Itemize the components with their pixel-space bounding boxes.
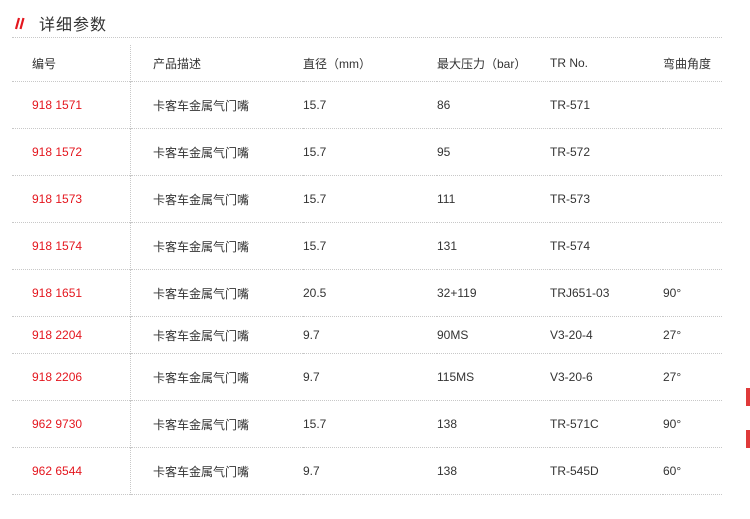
cell-code: 918 1573 [32, 192, 83, 206]
cell-code: 918 1651 [32, 286, 83, 300]
table-row: 962 6544 卡客车金属气门嘴 9.7 138 TR-545D 60° [12, 447, 722, 495]
column-header-tr-no: TR No. [550, 56, 589, 70]
cell-code: 918 2204 [32, 328, 83, 342]
table-header-row: 编号 产品描述 直径（mm） 最大压力（bar） TR No. 弯曲角度 [12, 45, 722, 82]
cell-code: 918 1574 [32, 239, 83, 253]
cell-tr-no: TRJ651-03 [550, 286, 610, 300]
cell-angle [663, 223, 722, 270]
cell-angle [663, 129, 722, 176]
cell-diameter: 15.7 [303, 98, 327, 112]
column-header-description: 产品描述 [130, 45, 303, 82]
table-row: 918 1574 卡客车金属气门嘴 15.7 131 TR-574 [12, 222, 722, 270]
cell-code: 962 6544 [32, 464, 83, 478]
cell-description: 卡客车金属气门嘴 [130, 316, 303, 354]
edge-marker [746, 430, 750, 448]
table-row: 918 1573 卡客车金属气门嘴 15.7 111 TR-573 [12, 175, 722, 223]
cell-description: 卡客车金属气门嘴 [130, 447, 303, 495]
cell-description: 卡客车金属气门嘴 [130, 400, 303, 448]
cell-pressure: 115MS [437, 370, 475, 384]
header-divider [12, 37, 722, 38]
cell-angle: 90° [663, 286, 682, 300]
cell-diameter: 9.7 [303, 328, 320, 342]
cell-pressure: 111 [437, 192, 456, 206]
cell-pressure: 32+119 [437, 286, 477, 300]
cell-description: 卡客车金属气门嘴 [130, 353, 303, 401]
cell-tr-no: TR-545D [550, 464, 599, 478]
table-row: 918 1572 卡客车金属气门嘴 15.7 95 TR-572 [12, 128, 722, 176]
cell-angle: 27° [663, 328, 682, 342]
cell-diameter: 15.7 [303, 192, 327, 206]
cell-tr-no: V3-20-6 [550, 370, 593, 384]
cell-tr-no: TR-571C [550, 417, 599, 431]
table-row: 962 9730 卡客车金属气门嘴 15.7 138 TR-571C 90° [12, 400, 722, 448]
cell-angle [663, 176, 722, 223]
cell-code: 918 1572 [32, 145, 83, 159]
column-header-diameter: 直径（mm） [303, 56, 371, 71]
cell-tr-no: TR-574 [550, 239, 591, 253]
cell-pressure: 131 [437, 239, 458, 253]
double-slash-icon [12, 16, 26, 30]
cell-angle [663, 82, 722, 129]
cell-diameter: 15.7 [303, 417, 327, 431]
table-row: 918 2204 卡客车金属气门嘴 9.7 90MS V3-20-4 27° [12, 316, 722, 354]
cell-angle: 90° [663, 417, 682, 431]
cell-description: 卡客车金属气门嘴 [130, 269, 303, 317]
cell-code: 918 1571 [32, 98, 83, 112]
cell-tr-no: TR-571 [550, 98, 591, 112]
cell-diameter: 20.5 [303, 286, 327, 300]
section-header: 详细参数 [12, 9, 107, 37]
column-header-code: 编号 [32, 56, 57, 71]
cell-diameter: 9.7 [303, 370, 320, 384]
cell-diameter: 9.7 [303, 464, 320, 478]
cell-code: 918 2206 [32, 370, 83, 384]
table-row: 918 1571 卡客车金属气门嘴 15.7 86 TR-571 [12, 81, 722, 129]
cell-pressure: 138 [437, 417, 458, 431]
cell-pressure: 95 [437, 145, 451, 159]
cell-pressure: 86 [437, 98, 451, 112]
column-header-max-pressure: 最大压力（bar） [437, 56, 527, 71]
cell-pressure: 138 [437, 464, 458, 478]
cell-angle: 27° [663, 370, 682, 384]
cell-tr-no: V3-20-4 [550, 328, 593, 342]
cell-diameter: 15.7 [303, 239, 327, 253]
cell-diameter: 15.7 [303, 145, 327, 159]
cell-pressure: 90MS [437, 328, 469, 342]
cell-description: 卡客车金属气门嘴 [130, 81, 303, 129]
parameters-table: 编号 产品描述 直径（mm） 最大压力（bar） TR No. 弯曲角度 918… [12, 45, 722, 495]
table-row: 918 2206 卡客车金属气门嘴 9.7 115MS V3-20-6 27° [12, 353, 722, 401]
table-row: 918 1651 卡客车金属气门嘴 20.5 32+119 TRJ651-03 … [12, 269, 722, 317]
cell-angle: 60° [663, 464, 682, 478]
cell-tr-no: TR-572 [550, 145, 591, 159]
cell-description: 卡客车金属气门嘴 [130, 222, 303, 270]
edge-marker [746, 388, 750, 406]
column-header-bend-angle: 弯曲角度 [663, 56, 712, 71]
section-title: 详细参数 [39, 17, 108, 34]
cell-code: 962 9730 [32, 417, 83, 431]
cell-description: 卡客车金属气门嘴 [130, 128, 303, 176]
cell-description: 卡客车金属气门嘴 [130, 175, 303, 223]
cell-tr-no: TR-573 [550, 192, 591, 206]
